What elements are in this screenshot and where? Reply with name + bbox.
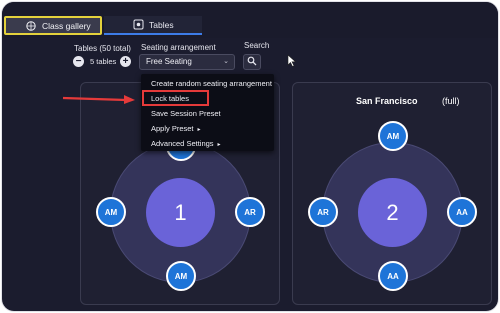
app-window: Class gallery Tables Tables (50 total) −… bbox=[2, 2, 498, 311]
table-status: (full) bbox=[442, 96, 460, 106]
seat-bottom[interactable]: AA bbox=[378, 261, 408, 291]
seat-right[interactable]: AR bbox=[235, 197, 265, 227]
chevron-right-icon: ▸ bbox=[197, 127, 201, 133]
table-number[interactable]: 1 bbox=[146, 178, 215, 247]
decrease-tables-button[interactable]: − bbox=[73, 56, 84, 67]
chevron-down-icon: ⌄ bbox=[223, 58, 229, 65]
seating-select[interactable]: Free Seating ⌄ bbox=[139, 54, 235, 70]
seating-options-menu: Create random seating arrangement Lock t… bbox=[141, 74, 274, 151]
table-title: San Francisco bbox=[356, 96, 418, 106]
search-button[interactable] bbox=[243, 54, 261, 70]
top-bar: Class gallery Tables bbox=[2, 2, 498, 38]
seat-left[interactable]: AM bbox=[96, 197, 126, 227]
menu-item-create-random[interactable]: Create random seating arrangement bbox=[151, 79, 272, 88]
grid-icon bbox=[24, 19, 38, 33]
search-icon bbox=[247, 53, 257, 71]
tables-count: 5 tables bbox=[90, 57, 117, 66]
tab-class-gallery[interactable]: Class gallery bbox=[4, 16, 102, 35]
mouse-cursor-icon bbox=[287, 54, 297, 72]
menu-item-save-preset[interactable]: Save Session Preset bbox=[151, 109, 221, 118]
lock-tables-highlight bbox=[142, 90, 209, 106]
seating-value: Free Seating bbox=[146, 57, 192, 66]
tab-class-gallery-label: Class gallery bbox=[42, 20, 91, 31]
increase-tables-button[interactable]: + bbox=[120, 56, 131, 67]
chevron-right-icon: ▸ bbox=[217, 142, 221, 148]
seat-right[interactable]: AA bbox=[447, 197, 477, 227]
table-number[interactable]: 2 bbox=[358, 178, 427, 247]
seat-top[interactable]: AM bbox=[378, 121, 408, 151]
search-label: Search bbox=[244, 41, 270, 50]
seat-left[interactable]: AR bbox=[308, 197, 338, 227]
menu-item-advanced-settings[interactable]: Advanced Settings ▸ bbox=[151, 139, 221, 148]
seating-label: Seating arrangement bbox=[141, 43, 216, 52]
tables-icon bbox=[131, 18, 145, 32]
tab-tables[interactable]: Tables bbox=[104, 16, 202, 35]
menu-item-apply-preset[interactable]: Apply Preset ▸ bbox=[151, 124, 201, 133]
tables-label: Tables (50 total) bbox=[74, 44, 131, 53]
tab-tables-label: Tables bbox=[149, 19, 174, 30]
table-panel-2: San Francisco (full) 2 AM AR AA AA bbox=[292, 82, 492, 305]
seat-bottom[interactable]: AM bbox=[166, 261, 196, 291]
red-arrow-icon bbox=[62, 92, 136, 110]
